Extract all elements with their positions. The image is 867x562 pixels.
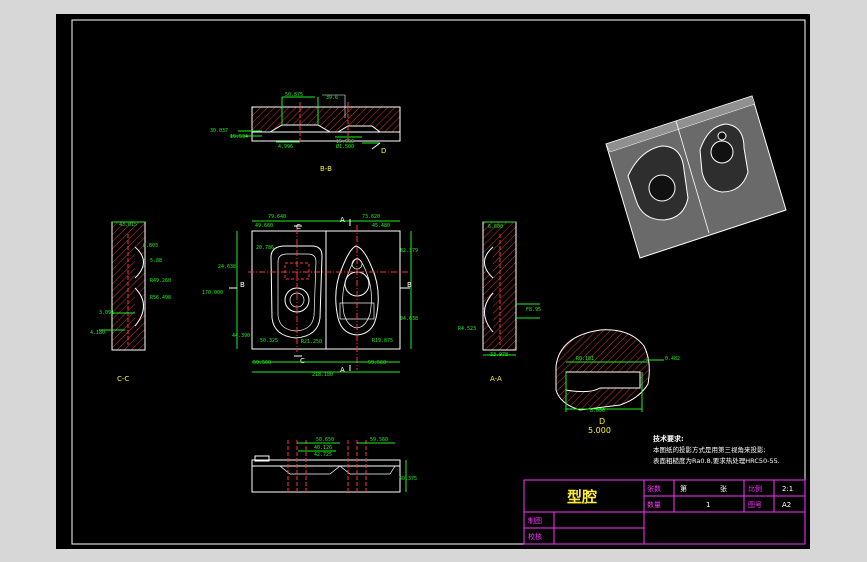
dim-plan-7: 24.638: [218, 264, 236, 270]
dim-plan-11: 50.325: [260, 338, 278, 344]
label-bb: B-B: [320, 165, 332, 173]
scale-label: 比例: [748, 484, 762, 493]
dim-plan-8: 170.000: [202, 290, 223, 296]
dim-plan-12: R21.250: [301, 339, 322, 345]
label-cc: C-C: [117, 375, 129, 383]
dim-top-1: 50.875: [285, 92, 303, 98]
drawing-title: 型腔: [567, 488, 597, 506]
dim-top-7: Ø1.500: [336, 143, 354, 150]
quantity-label: 数量: [647, 500, 661, 509]
quantity-value: 1: [706, 501, 710, 509]
dim-cc-5: R56.498: [150, 295, 171, 301]
dim-plan-14: 59.560: [253, 360, 271, 366]
dim-plan-16: 218.180: [312, 372, 333, 378]
dim-plan-1: 79.640: [268, 214, 286, 220]
dim-plan-3: 49.660: [255, 223, 273, 229]
dim-cc-6: 3.091: [99, 310, 114, 316]
section-mark-c-bottom: C: [300, 357, 305, 365]
dim-cc-2: 0.803: [143, 243, 158, 249]
dim-plan-6: 82.379: [400, 248, 418, 254]
sheet-unit-label: 张: [720, 484, 727, 493]
dim-cc-7: 4.180: [90, 330, 105, 336]
section-mark-b-right: B: [407, 281, 412, 289]
tech-line-1: 本图纸的投影方式是用第三视角来投影;: [653, 445, 766, 454]
dim-cc-4: R49.260: [150, 278, 171, 284]
dim-detail-1: R0.181: [576, 356, 594, 362]
dim-detail-2: 0.482: [665, 356, 680, 362]
checker-label: 校核: [528, 532, 542, 541]
dim-aa-2: R4.523: [458, 326, 476, 332]
dim-top-5: 4.996: [278, 144, 293, 150]
cad-drawing-canvas: 50.875 39.6 30.037 15.534 4.996 15.566 Ø…: [56, 14, 810, 549]
label-section-d: D: [599, 417, 605, 426]
dim-plan-9: 94.638: [400, 316, 418, 322]
label-d-scale: 5.000: [588, 426, 611, 435]
tech-line-2: 表面粗糙度为Ra0.8,要求热处理HRC50-55.: [653, 456, 780, 465]
designer-label: 制图: [528, 516, 542, 525]
dim-top-2: 39.6: [326, 95, 338, 101]
dim-aa-4: F8.95: [526, 307, 541, 313]
section-mark-b-left: B: [240, 281, 245, 289]
dim-plan-13: R19.875: [372, 338, 393, 344]
drawing-no-label: 图号: [748, 501, 762, 509]
label-aa: A-A: [490, 375, 502, 383]
drawing-no-value: A2: [782, 501, 791, 509]
dim-plan-4: 45.480: [372, 223, 390, 229]
sheet-count-label: 张数: [647, 484, 661, 493]
tech-title: 技术要求:: [653, 434, 684, 443]
dim-aa-3: 33.978: [490, 352, 508, 358]
dim-cc-3: 5.88: [150, 258, 162, 264]
dim-bottom-5: 50.375: [399, 476, 417, 482]
scale-value: 2:1: [782, 485, 793, 493]
dim-plan-5: 20.786: [256, 245, 274, 251]
dim-bottom-1: 50.650: [316, 437, 334, 443]
dim-top-3: 30.037: [210, 128, 228, 134]
dim-top-4: 15.534: [230, 134, 248, 140]
dim-cc-1: 43.015: [119, 222, 137, 228]
dim-bottom-2: 59.560: [370, 437, 388, 443]
dim-plan-2: 73.620: [362, 214, 380, 220]
section-mark-a-bottom: A: [340, 366, 345, 374]
dim-bottom-4: 42.725: [314, 452, 332, 458]
dim-aa-1: 6.600: [488, 224, 503, 230]
section-mark-a-top: A: [340, 216, 345, 224]
dim-plan-10: 44.390: [232, 333, 250, 339]
dim-bottom-3: 40.126: [314, 445, 332, 451]
section-mark-c-top: C: [296, 223, 301, 231]
dim-detail-3: 8.000: [590, 408, 605, 414]
dim-plan-15: 59.560: [368, 360, 386, 366]
sheet-current-label: 第: [680, 484, 687, 493]
label-d-view: D: [381, 147, 386, 155]
